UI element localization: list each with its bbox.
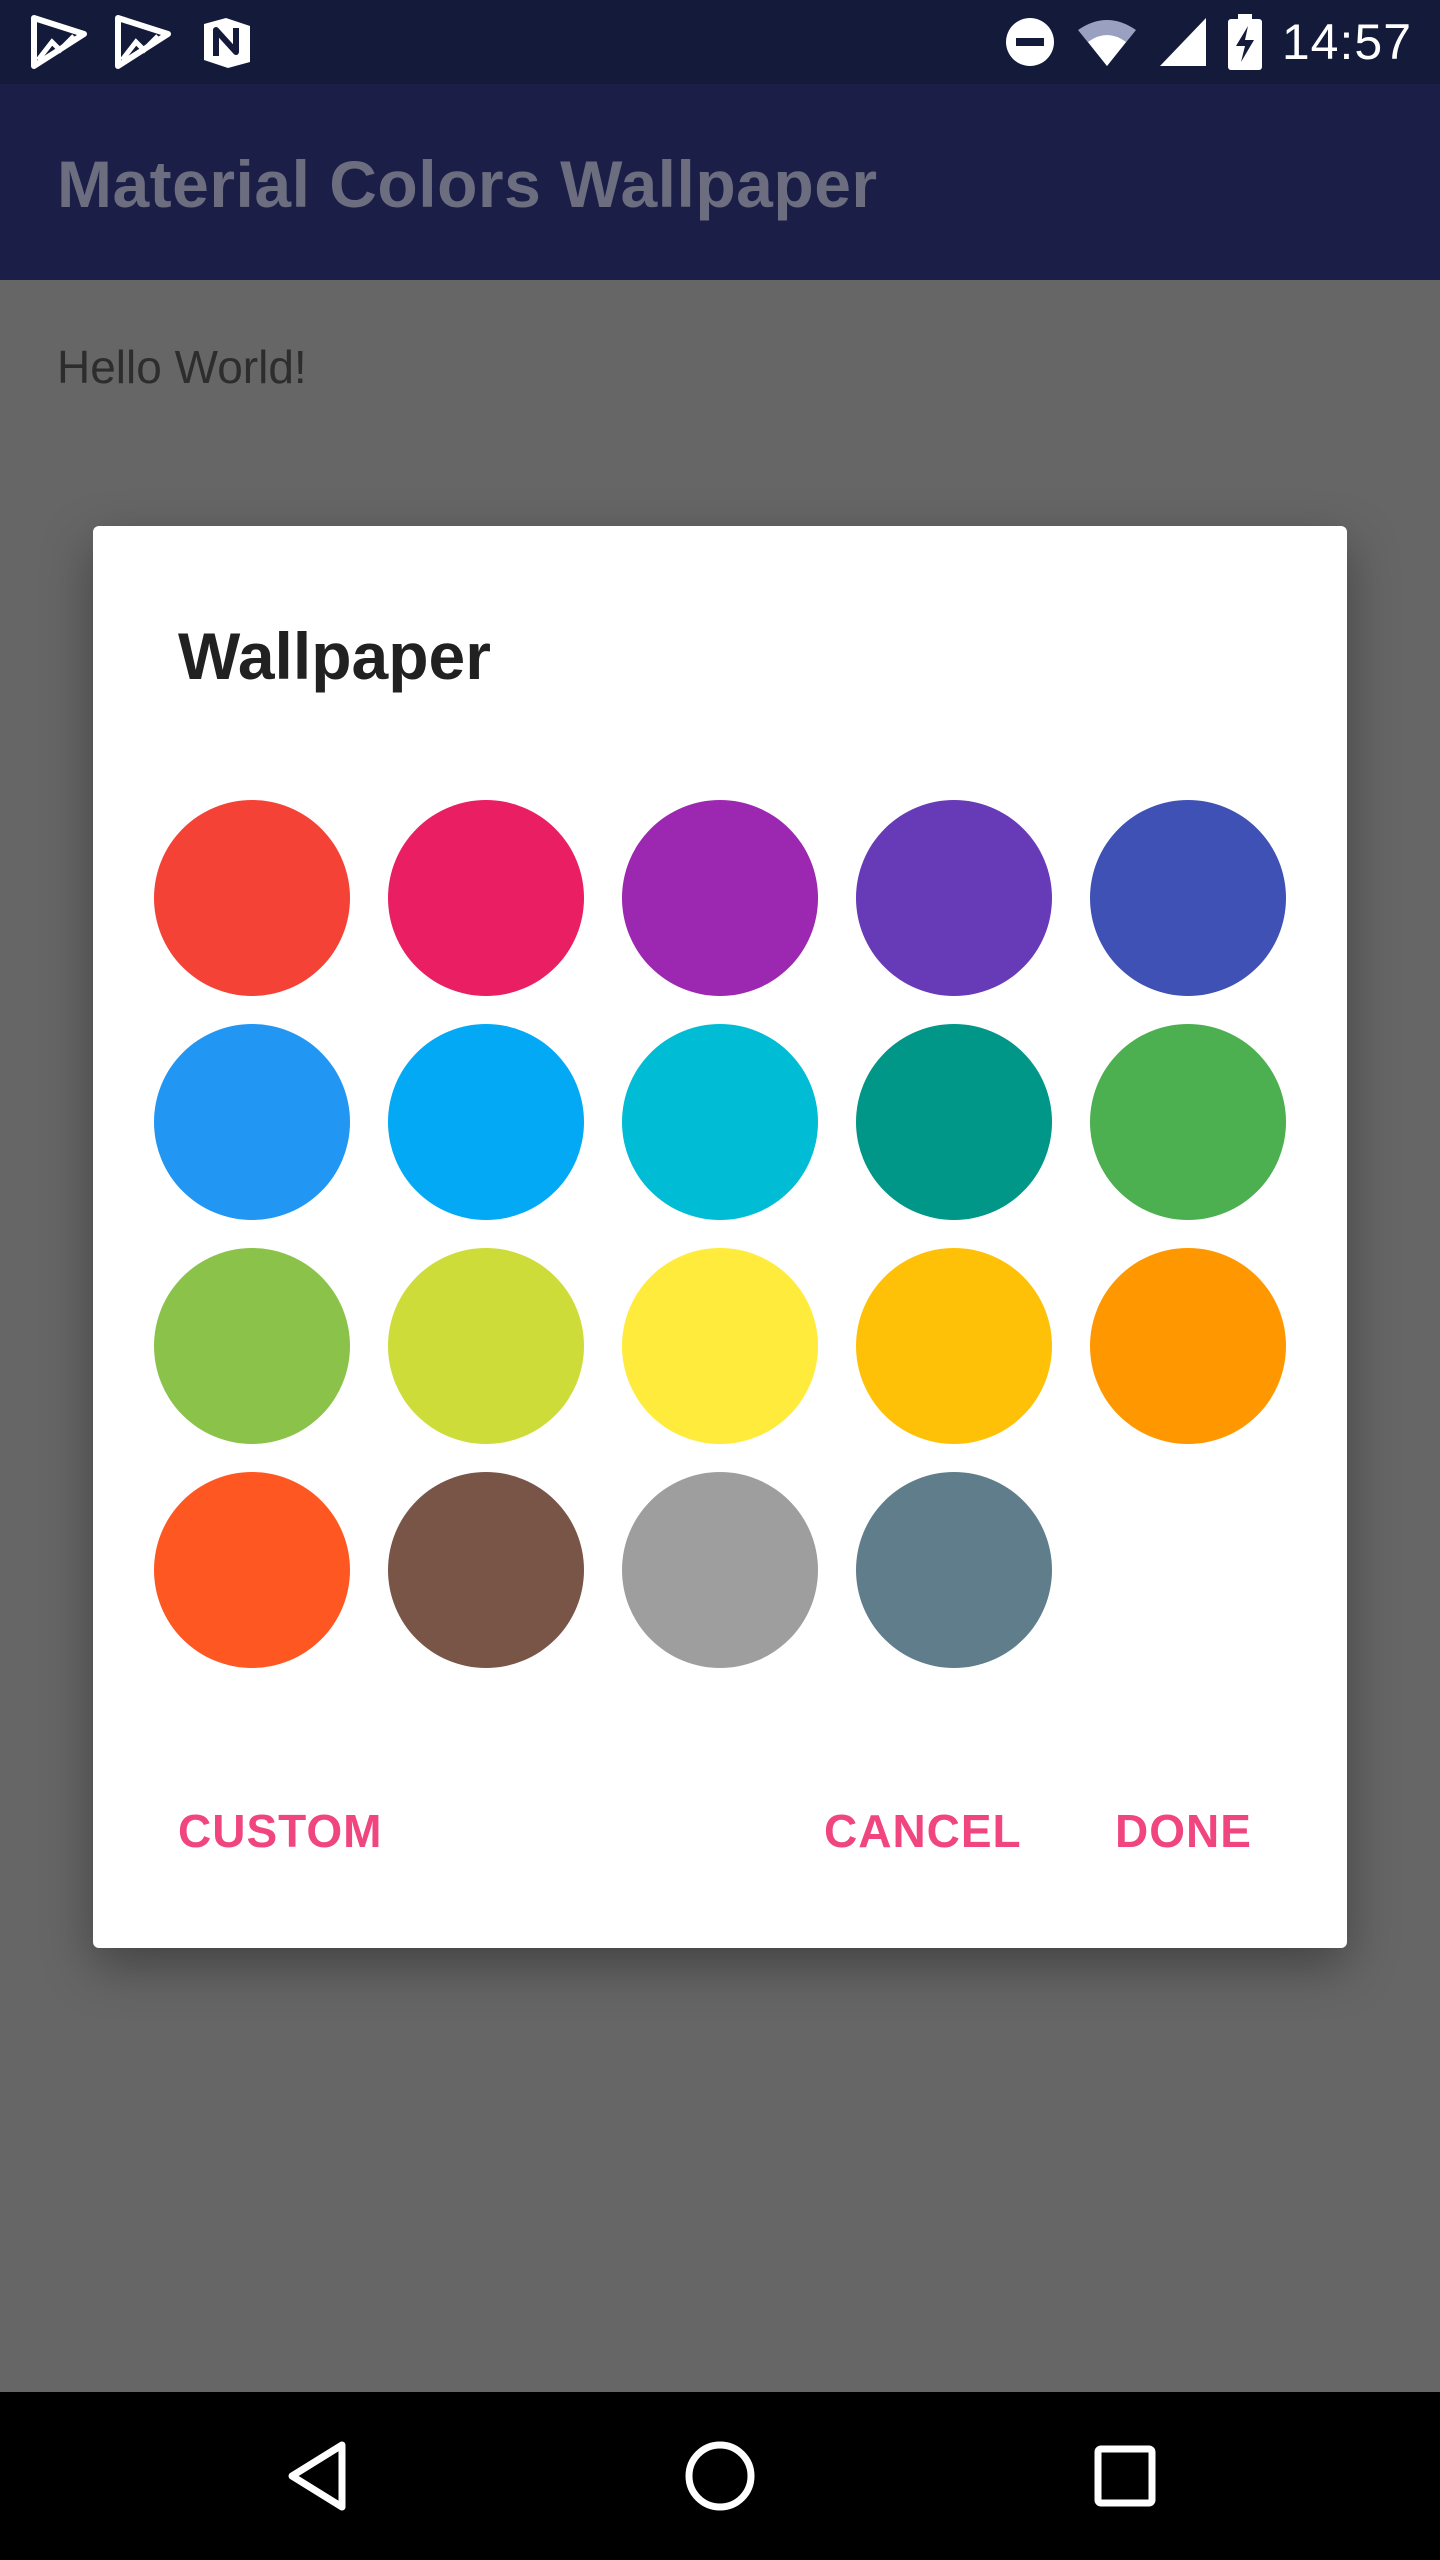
play-store-icon: [31, 15, 87, 69]
color-swatch[interactable]: [388, 1472, 584, 1668]
n-icon: [204, 18, 250, 68]
cancel-button[interactable]: CANCEL: [824, 1804, 1022, 1858]
custom-button[interactable]: CUSTOM: [178, 1804, 383, 1858]
color-swatch[interactable]: [1090, 1248, 1286, 1444]
color-swatch[interactable]: [154, 1024, 350, 1220]
color-swatch[interactable]: [622, 1248, 818, 1444]
color-swatch[interactable]: [154, 1248, 350, 1444]
recents-button[interactable]: [1083, 2434, 1167, 2518]
status-time: 14:57: [1281, 14, 1412, 70]
wallpaper-dialog: Wallpaper CUSTOM CANCEL DONE: [93, 526, 1347, 1948]
color-swatch[interactable]: [856, 800, 1052, 996]
app-bar: Material Colors Wallpaper: [0, 84, 1440, 280]
home-icon: [685, 2441, 755, 2511]
color-swatch[interactable]: [1090, 800, 1286, 996]
color-swatch[interactable]: [856, 1248, 1052, 1444]
content-text: Hello World!: [57, 341, 307, 393]
dialog-title: Wallpaper: [178, 619, 491, 693]
play-store-icon: [115, 15, 171, 69]
status-bar: 14:57: [0, 0, 1440, 84]
status-system: 14:57: [1004, 10, 1412, 74]
home-button[interactable]: [678, 2434, 762, 2518]
color-swatch[interactable]: [622, 1024, 818, 1220]
done-button[interactable]: DONE: [1115, 1804, 1252, 1858]
color-swatch[interactable]: [622, 800, 818, 996]
status-notifications: [30, 14, 256, 70]
color-swatch[interactable]: [154, 800, 350, 996]
recents-icon: [1094, 2445, 1156, 2507]
color-swatch[interactable]: [388, 1248, 584, 1444]
color-swatch[interactable]: [856, 1024, 1052, 1220]
back-icon: [288, 2441, 346, 2511]
color-swatch[interactable]: [388, 800, 584, 996]
color-swatch[interactable]: [154, 1472, 350, 1668]
do-not-disturb-icon: [1005, 18, 1054, 66]
back-button[interactable]: [275, 2434, 359, 2518]
battery-charging-icon: [1227, 14, 1262, 70]
wifi-icon: [1077, 20, 1136, 66]
navigation-bar: [0, 2392, 1440, 2560]
color-swatch[interactable]: [856, 1472, 1052, 1668]
color-swatch[interactable]: [388, 1024, 584, 1220]
signal-icon: [1159, 18, 1206, 66]
app-title: Material Colors Wallpaper: [57, 147, 878, 221]
color-swatch[interactable]: [1090, 1024, 1286, 1220]
color-swatch[interactable]: [622, 1472, 818, 1668]
color-swatch-grid: [154, 800, 1286, 1668]
